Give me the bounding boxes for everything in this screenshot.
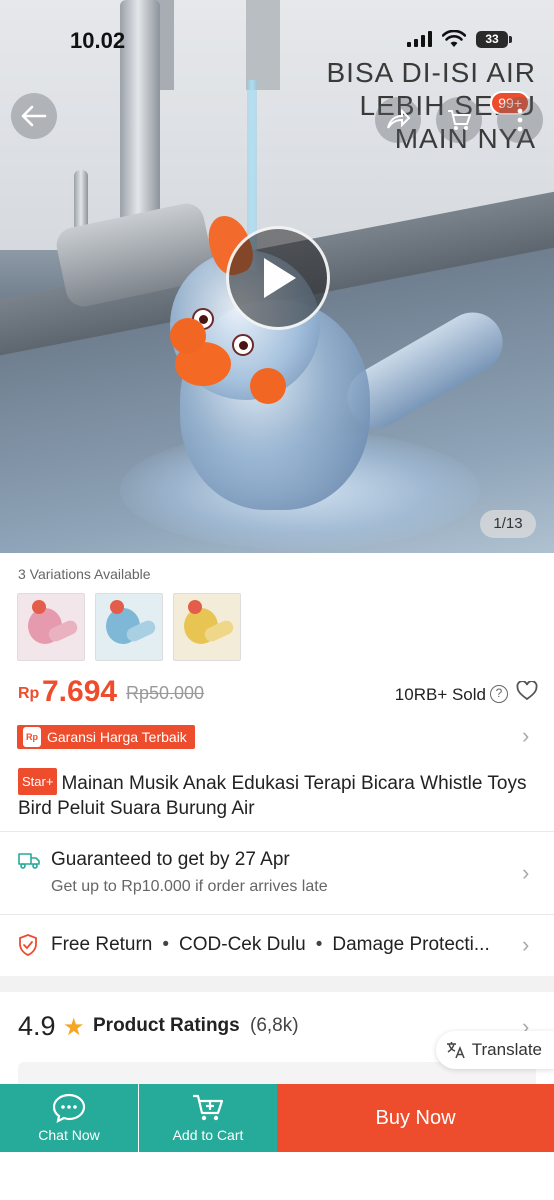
help-icon[interactable]: ?: [490, 685, 508, 703]
sold-count: 10RB+ Sold: [394, 685, 486, 704]
shield-icon: [19, 934, 37, 956]
price-row: Rp 7.694 Rp50.000 10RB+ Sold ?: [18, 675, 538, 711]
faucet-neck: [120, 0, 160, 230]
translate-label: Translate: [471, 1040, 542, 1059]
chat-now-button[interactable]: Chat Now: [0, 1084, 138, 1152]
battery-icon: 33: [476, 30, 512, 48]
promo-line: BISA DI-ISI AIR: [326, 57, 536, 88]
chevron-right-icon[interactable]: ›: [522, 932, 529, 958]
play-video-button[interactable]: [226, 226, 330, 330]
shipping-compensation: Get up to Rp10.000 if order arrives late: [51, 878, 328, 895]
cart-icon: [448, 110, 471, 130]
chevron-right-icon[interactable]: ›: [522, 723, 529, 749]
heart-icon[interactable]: [516, 681, 538, 701]
add-to-cart-label: Add to Cart: [172, 1127, 244, 1143]
chat-icon: [52, 1093, 86, 1123]
status-icons: 33: [407, 30, 512, 48]
chat-now-label: Chat Now: [38, 1127, 100, 1143]
price-currency: Rp: [18, 685, 40, 702]
section-gap: [0, 976, 554, 992]
guarantee-icon: Rp: [23, 727, 41, 747]
guarantee-label: Garansi Harga Terbaik: [47, 729, 187, 745]
shipping-guarantee[interactable]: Guaranteed to get by 27 Apr: [51, 849, 290, 871]
ratings-count: (6,8k): [250, 1015, 299, 1036]
star-icon: ★: [63, 1014, 85, 1041]
divider: [0, 831, 554, 832]
chevron-right-icon[interactable]: ›: [522, 860, 529, 886]
buy-now-button[interactable]: Buy Now: [277, 1084, 554, 1152]
share-icon: [387, 109, 411, 129]
divider: [0, 914, 554, 915]
truck-icon: [18, 853, 40, 869]
original-price: Rp50.000: [126, 683, 205, 703]
faucet-arc: [140, 0, 280, 90]
translate-icon: [446, 1042, 465, 1059]
image-counter: 1/13: [480, 510, 536, 538]
rating-score: 4.9: [18, 1011, 56, 1041]
product-title: Star+ Mainan Musik Anak Edukasi Terapi Bi…: [18, 768, 538, 821]
back-arrow-icon: [21, 105, 47, 127]
product-media[interactable]: BISA DI-ISI AIR LEBIH SERU MAIN NYA 1/13: [0, 0, 554, 553]
signal-icon: [407, 31, 432, 47]
cart-button[interactable]: [436, 97, 482, 143]
back-button[interactable]: [11, 93, 57, 139]
bottom-action-bar: Chat Now Add to Cart Buy Now: [0, 1084, 554, 1152]
product-title-text: Mainan Musik Anak Edukasi Terapi Bicara …: [18, 773, 527, 819]
status-time: 10.02: [70, 28, 126, 53]
more-options-button[interactable]: [497, 97, 543, 143]
service-item: Damage Protecti...: [332, 934, 490, 955]
current-price: 7.694: [42, 675, 118, 708]
share-button[interactable]: [375, 97, 421, 143]
more-icon: [517, 108, 523, 132]
variation-thumbnails: [17, 593, 241, 661]
price-guarantee-badge[interactable]: Rp Garansi Harga Terbaik: [17, 725, 195, 749]
bird-eye-right: [232, 334, 254, 356]
bird-cheek-right: [250, 368, 286, 404]
translate-button[interactable]: Translate: [435, 1031, 554, 1069]
star-plus-badge: Star+: [18, 768, 58, 795]
service-item: Free Return: [51, 934, 153, 955]
add-to-cart-button[interactable]: Add to Cart: [139, 1084, 277, 1152]
variations-label: 3 Variations Available: [18, 566, 151, 582]
product-ratings-label[interactable]: Product Ratings: [93, 1015, 240, 1037]
variation-thumb-pink[interactable]: [17, 593, 85, 661]
variation-thumb-yellow[interactable]: [173, 593, 241, 661]
variation-thumb-blue[interactable]: [95, 593, 163, 661]
service-item: COD-Cek Dulu: [179, 934, 306, 955]
bird-cheek-left: [170, 318, 206, 354]
play-icon: [264, 258, 296, 298]
home-indicator-area: [0, 1152, 554, 1200]
add-cart-icon: [193, 1094, 224, 1121]
service-guarantees[interactable]: Free Return • COD-Cek Dulu • Damage Protecti…: [51, 934, 521, 956]
wifi-icon: [442, 30, 466, 47]
